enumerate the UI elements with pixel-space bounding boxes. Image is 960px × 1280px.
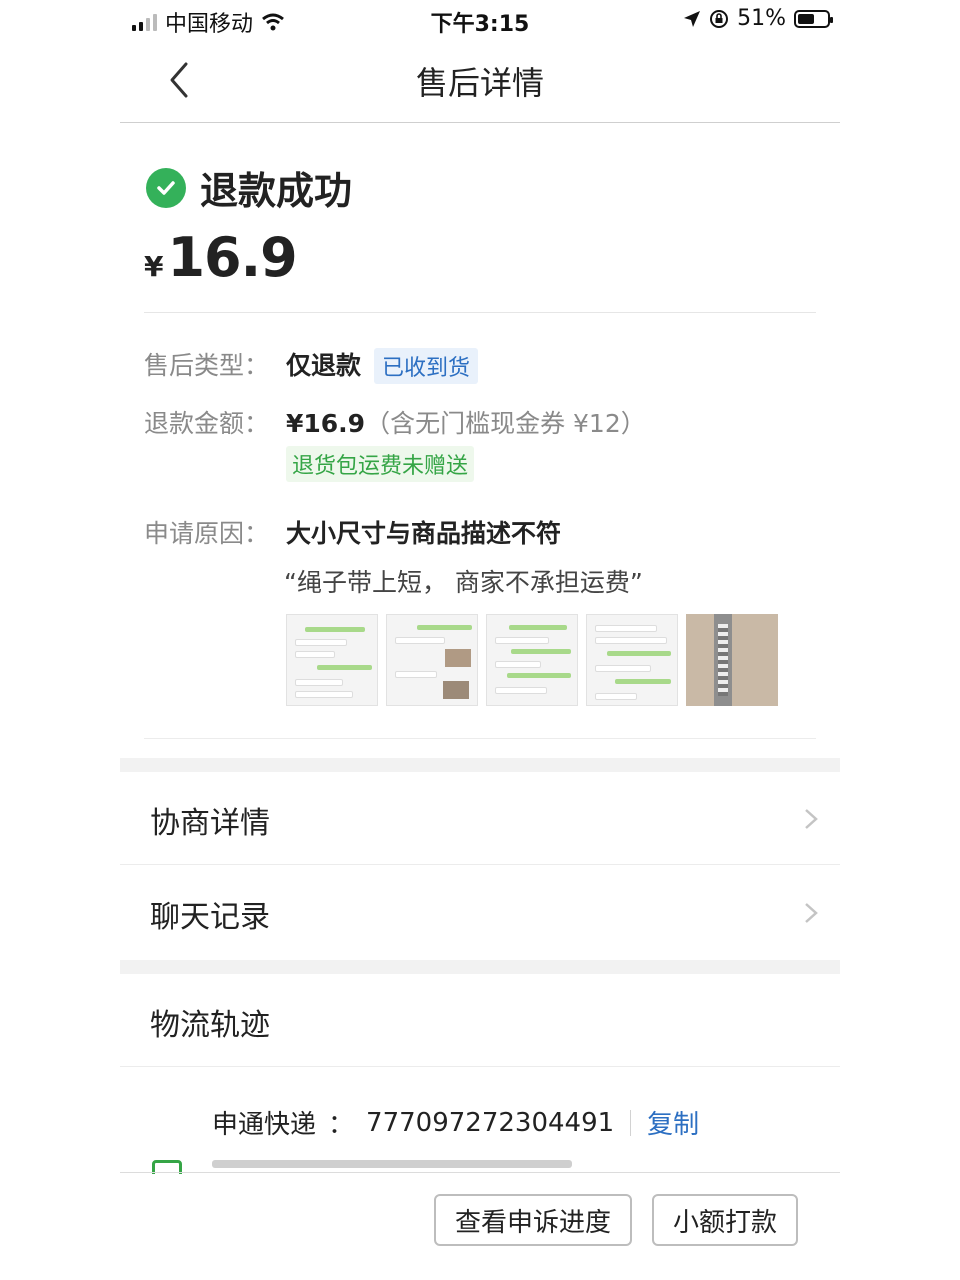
express-separator: ：: [328, 1110, 355, 1140]
received-tag: 已收到货: [374, 348, 479, 384]
logistics-row: 物流轨迹: [120, 974, 840, 1067]
reason-label: 申请原因：: [144, 519, 270, 548]
divider: [144, 738, 816, 739]
type-value: 仅退款: [286, 351, 362, 380]
status-right: 51%: [683, 6, 833, 31]
status-bar: 中国移动 下午3:15 51%: [120, 0, 840, 40]
bottom-bar-border: [120, 1172, 840, 1173]
evidence-images: [286, 614, 778, 706]
currency-symbol: ¥: [144, 250, 164, 283]
refund-status: 退款成功: [146, 160, 352, 215]
divider: [630, 1109, 632, 1136]
tracking-info: 申通快递 ： 777097272304491 复制: [212, 1104, 699, 1141]
evidence-thumbnail[interactable]: [586, 614, 678, 706]
page-title: 售后详情: [415, 64, 544, 102]
screen: 中国移动 下午3:15 51% 售后详情 退款成功 ¥ 16.9 售后类型： 仅…: [120, 0, 840, 1280]
chevron-right-icon: [805, 809, 818, 829]
logistics-item-cut: [120, 1154, 840, 1174]
battery-icon: [794, 9, 833, 28]
battery-percent: 51%: [737, 6, 786, 31]
small-payment-button[interactable]: 小额打款: [652, 1194, 798, 1246]
chat-record-row[interactable]: 聊天记录: [120, 866, 840, 958]
amount-detail-note: （含无门槛现金券 ¥12）: [365, 409, 646, 438]
refund-amount-value: 16.9: [167, 226, 297, 289]
rotation-lock-icon: [710, 9, 729, 28]
negotiation-row[interactable]: 协商详情: [120, 772, 840, 865]
success-check-icon: [146, 167, 186, 208]
evidence-thumbnail[interactable]: [386, 614, 478, 706]
evidence-thumbnail[interactable]: [286, 614, 378, 706]
evidence-thumbnail[interactable]: [486, 614, 578, 706]
negotiation-label: 协商详情: [150, 806, 270, 841]
logistics-label: 物流轨迹: [150, 1008, 270, 1043]
evidence-thumbnail[interactable]: [686, 614, 778, 706]
appeal-progress-button[interactable]: 查看申诉进度: [434, 1194, 632, 1246]
divider: [144, 312, 816, 313]
amount-label: 退款金额：: [144, 409, 270, 438]
amount-detail: ¥16.9（含无门槛现金券 ¥12）: [286, 404, 646, 440]
refund-amount: ¥ 16.9: [144, 226, 298, 289]
copy-button[interactable]: 复制: [647, 1104, 699, 1141]
type-label: 售后类型：: [144, 351, 270, 380]
section-gap: [120, 960, 840, 974]
reason-value: 大小尺寸与商品描述不符: [286, 519, 562, 548]
shipping-tag: 退货包运费未赠送: [286, 446, 475, 482]
location-icon: [684, 10, 701, 27]
chevron-right-icon: [805, 903, 818, 923]
refund-status-text: 退款成功: [200, 169, 353, 213]
cut-text: [212, 1160, 572, 1168]
section-gap: [120, 758, 840, 772]
express-carrier: 申通快递: [212, 1110, 317, 1140]
reason-quote: “绳子带上短， 商家不承担运费”: [284, 568, 643, 597]
amount-detail-value: ¥16.9: [286, 409, 366, 438]
tracking-number: 777097272304491: [366, 1107, 615, 1138]
chat-record-label: 聊天记录: [150, 900, 270, 935]
nav-bar: 售后详情: [120, 40, 840, 123]
